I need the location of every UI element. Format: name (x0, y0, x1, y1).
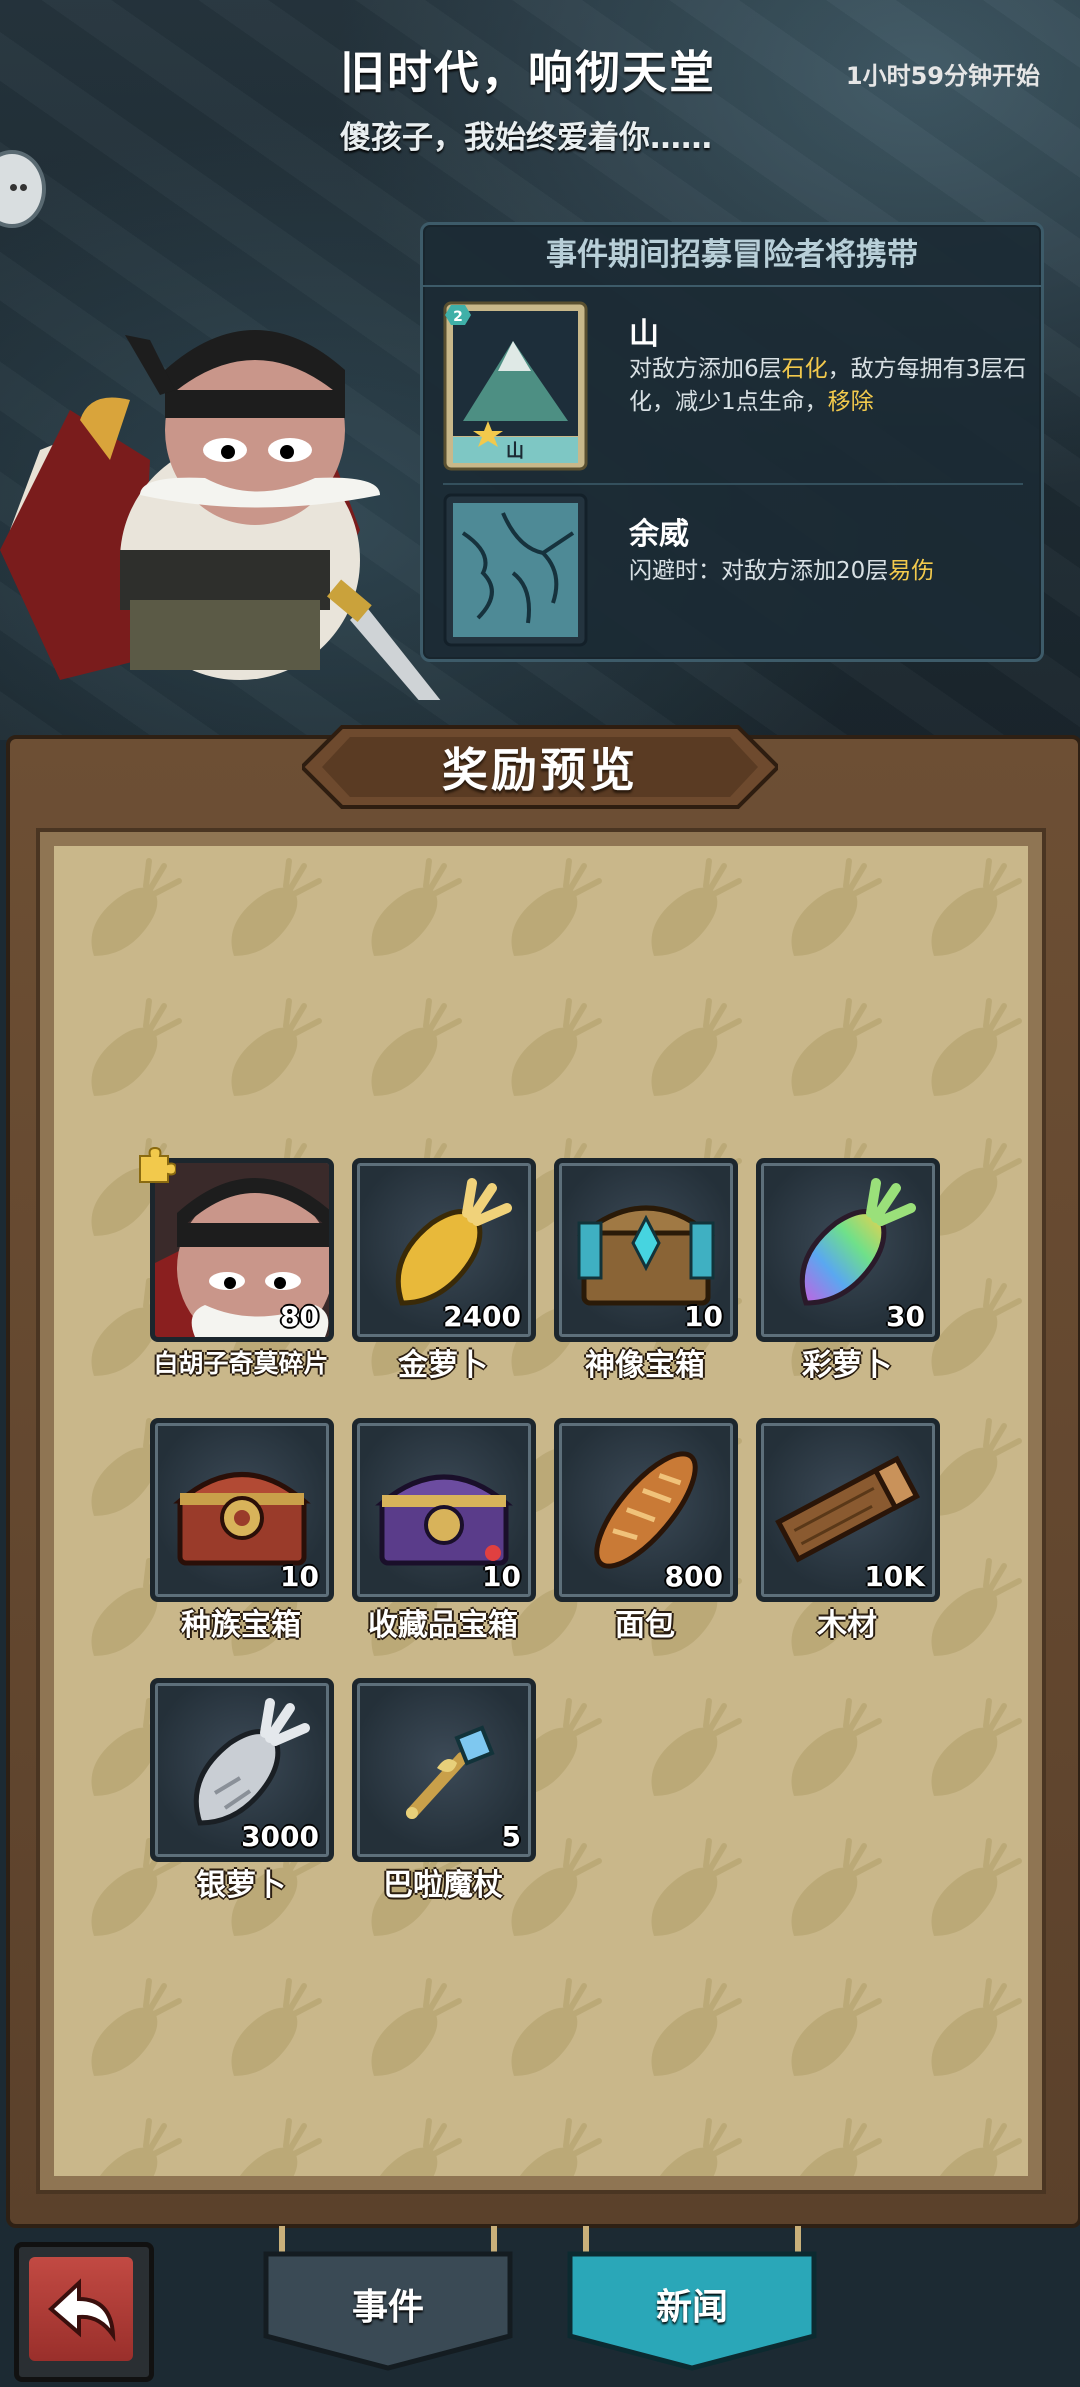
event-subtitle: 傻孩子，我始终爱着你…… (340, 120, 712, 156)
item-name: 收藏品宝箱 (368, 1608, 518, 1643)
countdown-timer: 1小时59分钟开始 (845, 62, 1040, 90)
event-bonus-heading: 事件期间招募冒险者将携带 (423, 225, 1041, 287)
trait-residual-power[interactable]: 余威 闪避时：对敌方添加20层易伤 (443, 483, 1023, 655)
item-count: 10 (684, 1300, 723, 1333)
item-slot: 2400 (352, 1158, 536, 1342)
reward-item[interactable]: 10 种族宝箱 (146, 1418, 336, 1648)
reward-item[interactable]: 3000 银萝卜 (146, 1678, 336, 1908)
mountain-card-icon: 山 2 (443, 301, 588, 471)
trait-name: 山 (629, 317, 659, 352)
tab-news-label: 新闻 (655, 2287, 728, 2328)
item-slot: 30 (756, 1158, 940, 1342)
trait-name: 余威 (629, 517, 689, 552)
item-name: 神像宝箱 (585, 1348, 705, 1383)
item-name: 彩萝卜 (802, 1348, 892, 1383)
reward-item[interactable]: 30 彩萝卜 (752, 1158, 942, 1388)
item-name: 银萝卜 (196, 1868, 286, 1903)
item-name: 巴啦魔杖 (383, 1868, 503, 1903)
item-count: 30 (886, 1300, 925, 1333)
trait-mountain[interactable]: 山 2 山 对敌方添加6层石化，敌方每拥有3层石化，减少1点生命，移除 (443, 301, 1026, 471)
back-button[interactable] (14, 2242, 154, 2382)
item-name: 面包 (615, 1608, 675, 1643)
item-count: 10 (280, 1560, 319, 1593)
trait-description: 对敌方添加6层石化，敌方每拥有3层石化，减少1点生命，移除 (629, 356, 1027, 415)
mountain-card-caption: 山 (506, 441, 524, 462)
item-slot: 3000 (150, 1678, 334, 1862)
item-slot: 10K (756, 1418, 940, 1602)
cracked-stone-icon (443, 493, 588, 647)
event-title: 旧时代，响彻天堂 (340, 46, 717, 99)
item-slot: 80 (150, 1158, 334, 1342)
mountain-card-level: 2 (453, 309, 463, 325)
reward-preview-title: 奖励预览 (442, 743, 638, 797)
reward-item[interactable]: 80 白胡子奇莫碎片 (139, 1146, 336, 1388)
item-count: 5 (501, 1820, 521, 1853)
item-slot: 10 (150, 1418, 334, 1602)
item-name: 金萝卜 (398, 1348, 488, 1383)
trait-description: 闪避时：对敌方添加20层易伤 (629, 558, 935, 584)
item-count: 2400 (443, 1300, 521, 1333)
reward-item[interactable]: 2400 金萝卜 (348, 1158, 538, 1388)
reward-item[interactable]: 10 神像宝箱 (550, 1158, 740, 1388)
item-name: 种族宝箱 (181, 1608, 301, 1643)
item-count: 10 (482, 1560, 521, 1593)
reward-item[interactable]: 10K 木材 (752, 1418, 942, 1648)
reward-item[interactable]: 5 巴啦魔杖 (348, 1678, 538, 1908)
item-count: 80 (280, 1300, 319, 1333)
event-bonus-panel: 事件期间招募冒险者将携带 山 2 山 对敌方添加6层石化，敌方每拥有3层石化，减… (420, 222, 1044, 662)
back-arrow-icon (47, 2278, 116, 2342)
item-count: 800 (664, 1560, 723, 1593)
tab-events-label: 事件 (351, 2287, 424, 2328)
tab-news[interactable]: 新闻 (566, 2226, 818, 2372)
item-slot: 10 (352, 1418, 536, 1602)
item-slot: 800 (554, 1418, 738, 1602)
item-name: 白胡子奇莫碎片 (153, 1349, 329, 1378)
reward-item[interactable]: 800 面包 (550, 1418, 740, 1648)
back-button-face (29, 2257, 133, 2361)
item-count: 10K (864, 1560, 925, 1593)
puzzle-piece-icon (139, 1146, 176, 1183)
item-slot: 5 (352, 1678, 536, 1862)
item-count: 3000 (241, 1820, 319, 1853)
item-slot: 10 (554, 1158, 738, 1342)
reward-item[interactable]: 10 收藏品宝箱 (348, 1418, 538, 1648)
item-name: 木材 (817, 1608, 877, 1643)
tab-events[interactable]: 事件 (262, 2226, 514, 2372)
